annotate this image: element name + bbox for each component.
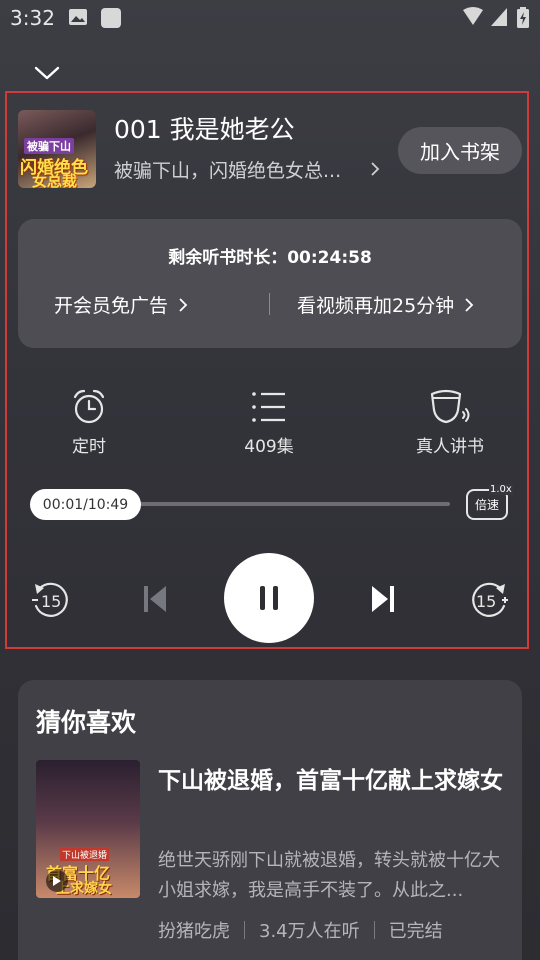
book-cover[interactable]: 被骗下山 闪婚绝色 女总裁	[18, 110, 96, 188]
chevron-down-icon[interactable]	[30, 58, 64, 88]
recommend-book-description: 绝世天骄刚下山就被退婚，转头就被十亿大小姐求嫁，我是高手不装了。从此之...	[158, 850, 500, 901]
recommend-heading: 猜你喜欢	[36, 708, 137, 737]
image-icon	[69, 9, 87, 25]
rec-tag-status: 已完结	[388, 921, 443, 942]
video-link-label: 看视频再加25分钟	[297, 295, 455, 317]
vip-link-label: 开会员免广告	[54, 295, 169, 317]
cover-line2: 女总裁	[32, 172, 78, 188]
chevron-right-icon	[465, 298, 474, 312]
remaining-value: 00:24:58	[287, 248, 372, 268]
episodes-label[interactable]: 409集	[209, 432, 329, 457]
meta-divider	[244, 921, 245, 939]
recommend-book-meta: 扮猪吃虎 3.4万人在听 已完结	[158, 917, 443, 943]
remaining-time: 剩余听书时长：00:24:58	[0, 243, 540, 268]
add-to-shelf-button[interactable]: 加入书架	[398, 127, 522, 174]
pause-icon	[260, 586, 278, 610]
alarm-clock-icon[interactable]	[70, 388, 108, 426]
playlist-icon[interactable]	[250, 388, 288, 426]
progress-thumb[interactable]: 00:01/10:49	[30, 489, 141, 520]
rec-tag-listeners: 3.4万人在听	[259, 921, 360, 942]
forward-15-icon[interactable]: 15	[468, 580, 510, 620]
card-divider	[269, 293, 270, 315]
battery-icon	[517, 7, 529, 28]
timer-label[interactable]: 定时	[29, 432, 149, 457]
chevron-right-icon	[179, 298, 188, 312]
forward-label: 15	[476, 592, 496, 611]
remaining-label: 剩余听书时长：	[168, 248, 288, 268]
cover-tag: 被骗下山	[24, 138, 74, 154]
book-subtitle-link[interactable]: 被骗下山，闪婚绝色女总...	[114, 156, 341, 183]
wifi-icon	[463, 7, 483, 25]
rewind-label: 15	[41, 592, 61, 611]
recommend-book-cover[interactable]: 下山被退婚 首富十亿 上求嫁女	[36, 760, 140, 898]
pause-button[interactable]	[224, 553, 314, 643]
episode-title: 001 我是她老公	[114, 115, 295, 144]
status-time: 3:32	[10, 6, 55, 30]
watch-video-link[interactable]: 看视频再加25分钟	[297, 291, 474, 318]
previous-track-icon[interactable]	[142, 584, 168, 614]
narrator-icon[interactable]	[428, 388, 472, 426]
listen-time-card	[18, 219, 522, 348]
speed-value: 1.0x	[489, 484, 513, 495]
chevron-right-icon	[371, 162, 380, 176]
rewind-15-icon[interactable]: 15	[30, 580, 72, 620]
meta-divider	[373, 921, 375, 939]
signal-icon	[491, 8, 507, 26]
play-badge-icon	[46, 870, 68, 892]
next-track-icon[interactable]	[370, 584, 396, 614]
narration-label[interactable]: 真人讲书	[390, 432, 510, 457]
recommend-book-title[interactable]: 下山被退婚，首富十亿献上求嫁女	[158, 760, 508, 803]
status-bar: 3:32	[0, 0, 540, 36]
vip-no-ads-link[interactable]: 开会员免广告	[54, 291, 188, 318]
app-icon	[101, 8, 121, 28]
rec-tag-genre: 扮猪吃虎	[158, 921, 230, 942]
